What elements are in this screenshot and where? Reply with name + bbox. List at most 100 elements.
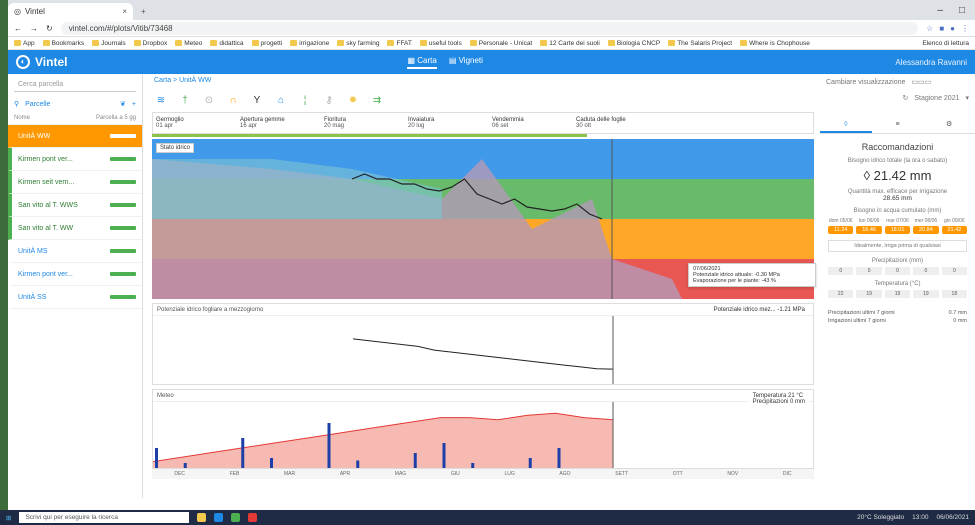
search-input[interactable]: Cerca parcella <box>14 78 136 92</box>
vintel-logo[interactable]: ◐ Vintel <box>16 55 67 69</box>
bookmark-item[interactable]: App <box>14 40 35 47</box>
bookmark-item[interactable]: Dropbox <box>133 40 167 47</box>
stage-item[interactable]: Vendemmia 06 set <box>489 115 569 131</box>
user-name[interactable]: Alessandra Ravanni <box>895 58 967 67</box>
field-row[interactable]: UnitÀ WW <box>8 125 142 148</box>
browser-tab[interactable]: ◎ Vintel × <box>8 3 133 20</box>
field-row[interactable]: Kirmen pont ver... <box>8 263 142 286</box>
thermometer-icon[interactable]: ¦ <box>298 94 312 108</box>
bookmark-item[interactable]: irrigazione <box>290 40 329 47</box>
bookmark-item[interactable]: Personale - Unicat <box>469 40 532 47</box>
layout-icon[interactable]: ▭▭▭ <box>911 78 931 86</box>
tab-carta[interactable]: ▦ Carta <box>407 56 437 69</box>
precip-legend-value: 0 mm <box>790 399 805 405</box>
bookmark-item[interactable]: Bookmarks <box>42 40 84 47</box>
stage-date: 06 set <box>492 123 509 129</box>
tab-vigneti[interactable]: ▤ Vigneti <box>449 56 483 69</box>
stage-item[interactable]: Caduta delle foglie 30 ott <box>573 115 653 131</box>
field-row[interactable]: San vito al T. WWS <box>8 194 142 217</box>
chrome-icon[interactable] <box>248 513 258 522</box>
weather-widget[interactable]: 20°C Soleggiato <box>857 514 904 521</box>
precip-bar <box>528 458 532 468</box>
profile-icon[interactable]: ● <box>950 24 955 33</box>
tab-water-drop-icon[interactable]: ◊ <box>820 116 872 133</box>
forward-icon[interactable]: → <box>30 24 38 33</box>
address-bar-row: ← → ↻ vintel.com/#/plots/Vitib/73468 ☆ ■… <box>8 20 975 37</box>
bookmark-item[interactable]: progetti <box>251 40 282 47</box>
bookmark-item[interactable]: Where is Chophouse <box>740 40 810 47</box>
list-header: Nome Parcella a 5 gg <box>8 112 142 125</box>
tab-bar: ◎ Vintel × + – □ <box>8 0 975 20</box>
refresh-icon[interactable]: ↻ <box>902 94 908 102</box>
stage-date: 30 ott <box>576 123 592 129</box>
disease-icon[interactable]: ⊙ <box>202 94 216 108</box>
bookmark-item[interactable]: The Salaris Project <box>668 40 732 47</box>
irrigation-icon[interactable]: ≋ <box>154 94 168 108</box>
stage-item[interactable]: Apertura gemme 16 apr <box>237 115 317 131</box>
irrigate-hint-button[interactable]: Idealmente, irriga prima di qualsiasi <box>828 240 967 252</box>
stage-item[interactable]: Invaiatura 20 lug <box>405 115 485 131</box>
new-tab-icon[interactable]: + <box>133 3 154 20</box>
temp-cell: 22 <box>828 290 854 298</box>
field-row[interactable]: UnitÀ SS <box>8 286 142 309</box>
field-row[interactable]: Kirmen seit vern... <box>8 171 142 194</box>
precip-row: 00000 <box>820 267 975 275</box>
clock-time[interactable]: 13:00 <box>912 514 928 521</box>
stress-bars <box>110 157 136 161</box>
edge-icon[interactable] <box>214 513 224 522</box>
stage-item[interactable]: Germoglio 01 apr <box>153 115 233 131</box>
need-label: Bisogno idrico totale (la ora o sabato) <box>847 158 948 164</box>
taskbar-search[interactable]: Scrivi qui per eseguire la ricerca <box>19 512 190 523</box>
bookmark-item[interactable]: 12 Carte dei suoli <box>540 40 600 47</box>
bookmark-item[interactable]: useful tools <box>419 40 462 47</box>
extension-icon[interactable]: ■ <box>939 24 944 33</box>
season-select[interactable]: Stagione 2021 <box>914 95 959 102</box>
plant-icon[interactable]: † <box>178 94 192 108</box>
other-bookmarks[interactable]: Elenco di lettura <box>922 40 969 47</box>
back-icon[interactable]: ← <box>14 24 22 33</box>
bookmark-item[interactable]: Journals <box>92 40 126 47</box>
spray-icon[interactable]: ⇉ <box>370 94 384 108</box>
breadcrumb[interactable]: Carta > UnitÀ WW <box>148 74 818 90</box>
col-stress[interactable]: Parcella a 5 gg <box>96 115 136 121</box>
add-icon[interactable]: + <box>132 101 136 108</box>
harvest-icon[interactable]: ∩ <box>226 94 240 108</box>
sun-icon[interactable]: ✹ <box>346 94 360 108</box>
leaf-potential-svg <box>352 316 614 384</box>
stage-item[interactable]: Fioritura 20 mag <box>321 115 401 131</box>
parcel-label[interactable]: Parcelle <box>25 101 50 108</box>
bookmark-item[interactable]: didattica <box>210 39 244 47</box>
bookmark-star-icon[interactable]: ☆ <box>926 24 933 33</box>
drop-icon[interactable]: ⌂ <box>274 94 288 108</box>
url-input[interactable]: vintel.com/#/plots/Vitib/73468 <box>60 21 919 35</box>
reload-icon[interactable]: ↻ <box>46 24 53 33</box>
windows-start-icon[interactable]: ⊞ <box>6 514 11 522</box>
bookmark-label: didattica <box>219 39 244 47</box>
maximize-icon[interactable]: □ <box>959 5 965 16</box>
tool-bar: ≋ † ⊙ ∩ Y ⌂ ¦ ⚷ ✹ ⇉ <box>148 90 818 112</box>
tab-list-icon[interactable]: ≡ <box>872 116 924 133</box>
weather-legend[interactable]: Temperatura 21 °C Precipitazioni 0 mm <box>748 392 809 406</box>
field-row[interactable]: Kirmen pont ver... <box>8 148 142 171</box>
close-tab-icon[interactable]: × <box>122 7 127 16</box>
menu-icon[interactable]: ⋮ <box>961 24 969 33</box>
leaf-potential-line <box>352 338 614 370</box>
bookmark-item[interactable]: sky farming <box>337 40 379 47</box>
tractor-icon[interactable]: Y <box>250 94 264 108</box>
rain-gauge-icon[interactable]: ⚷ <box>322 94 336 108</box>
bookmark-item[interactable]: Biologia CNCP <box>607 40 660 47</box>
excel-icon[interactable] <box>231 513 241 522</box>
field-row[interactable]: San vito al T. WW <box>8 217 142 240</box>
leaf-potential-legend[interactable]: Potenziale idrico mez... -1.21 MPa <box>709 306 809 314</box>
tab-settings-icon[interactable]: ⚙ <box>923 116 975 133</box>
chevron-down-icon[interactable]: ▾ <box>965 94 969 102</box>
field-row[interactable]: UnitÀ MS <box>8 240 142 263</box>
col-name[interactable]: Nome <box>14 115 30 121</box>
bookmark-item[interactable]: FFAT <box>387 40 412 47</box>
bookmark-item[interactable]: Meteo <box>175 40 202 47</box>
minimize-icon[interactable]: – <box>937 5 943 16</box>
clock-date[interactable]: 06/06/2021 <box>936 514 969 521</box>
precip-cell: 0 <box>884 267 911 275</box>
explorer-icon[interactable] <box>197 513 207 522</box>
leaf-icon[interactable]: ❦ <box>120 100 126 108</box>
